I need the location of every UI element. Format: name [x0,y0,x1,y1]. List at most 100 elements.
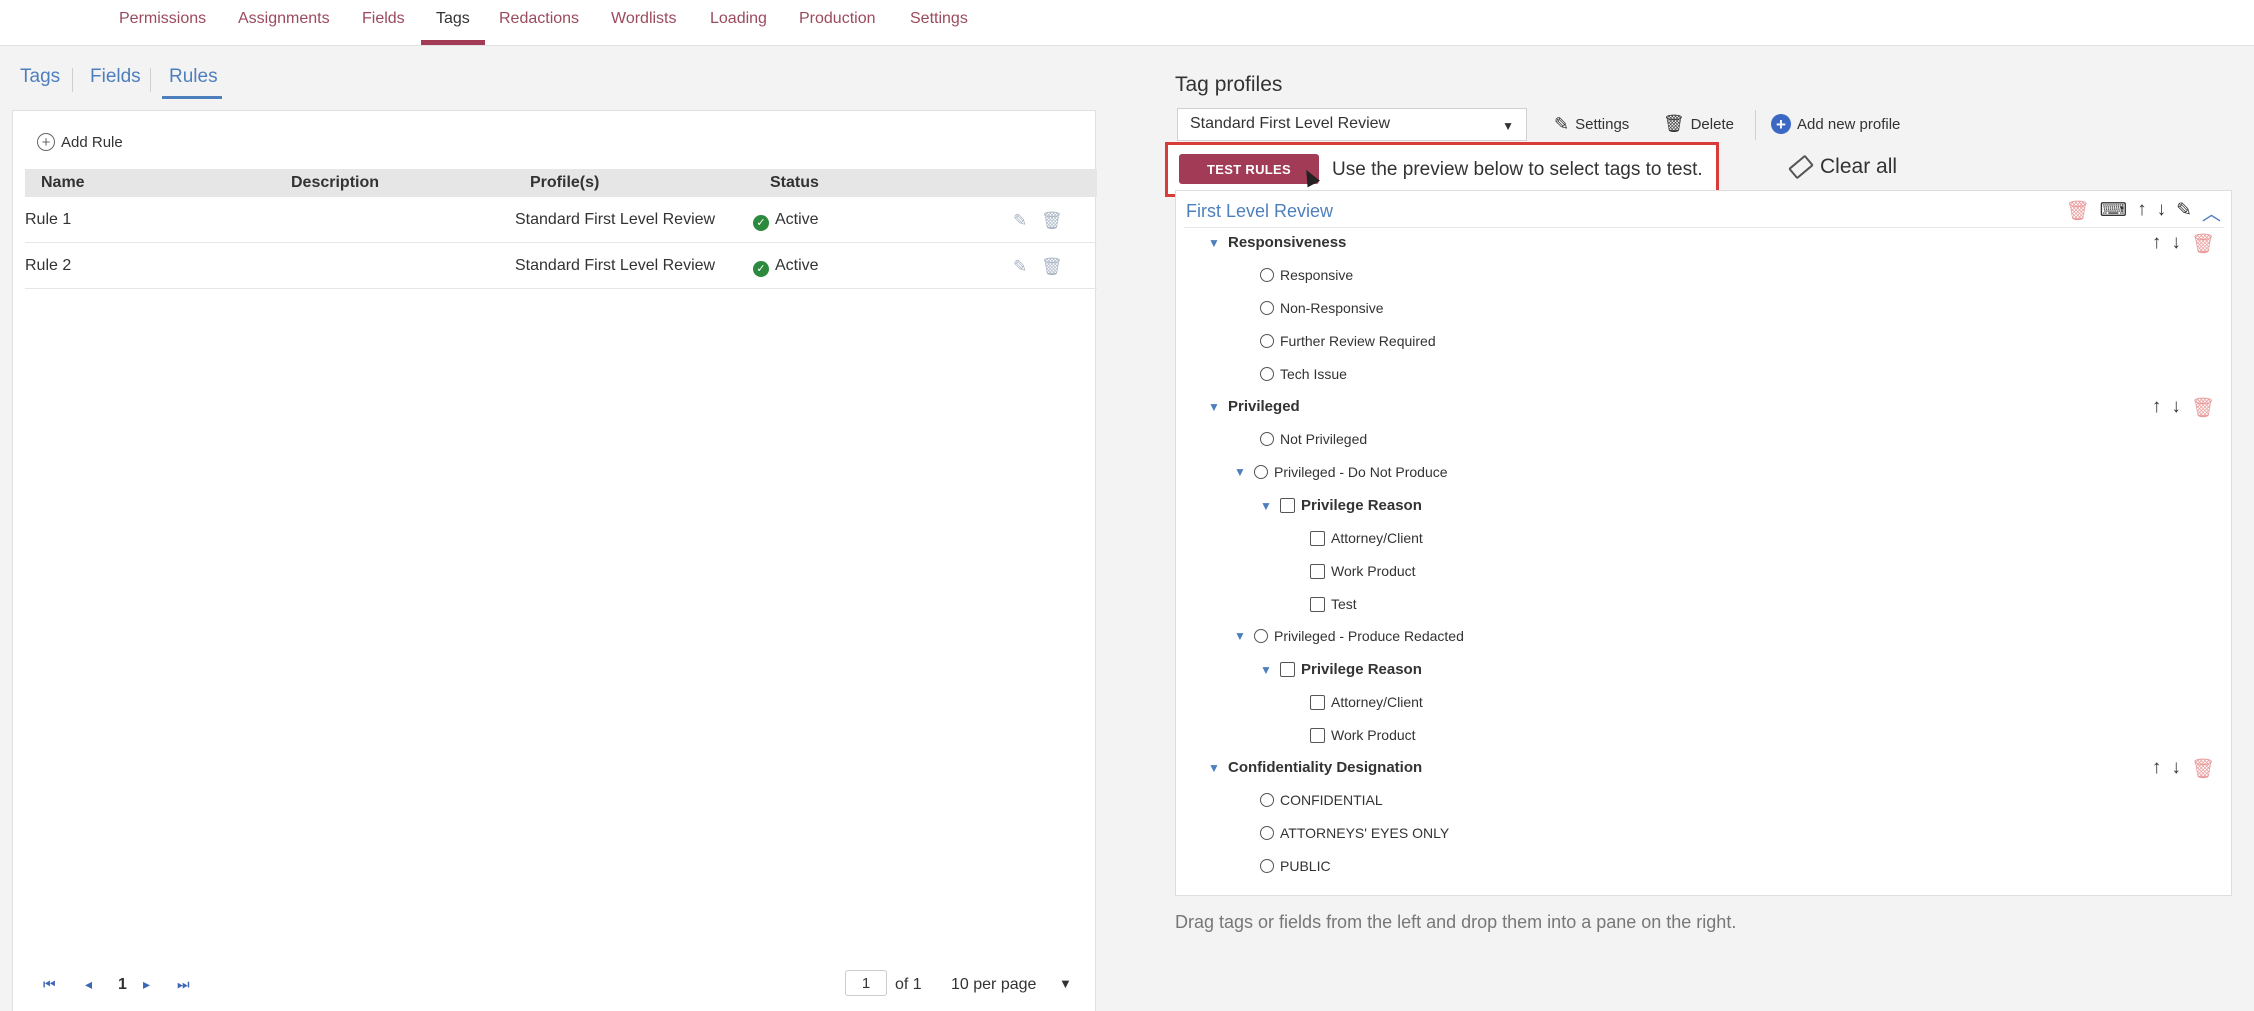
column-status[interactable]: Status [770,174,819,192]
chevron-down-icon[interactable]: ▼ [1208,761,1222,775]
arrow-down-icon[interactable]: ↓ [2171,396,2181,420]
nav-assignments[interactable]: Assignments [238,10,330,28]
nav-settings[interactable]: Settings [910,10,968,28]
tab-rules[interactable]: Rules [169,66,218,88]
table-row[interactable]: Rule 2 Standard First Level Review ✓ Acti… [25,243,1097,289]
tab-divider [150,68,151,92]
group-confidentiality[interactable]: ▼ Confidentiality Designation [1208,759,1422,776]
radio-icon[interactable] [1260,826,1274,840]
caret-down-icon[interactable]: ▼ [1059,976,1072,991]
checkbox-icon[interactable] [1280,662,1295,677]
tag-option[interactable]: Attorney/Client [1310,694,1423,710]
next-page-icon[interactable]: ▸ [143,976,150,993]
tag-option[interactable]: ATTORNEYS' EYES ONLY [1260,825,1449,841]
chevron-down-icon[interactable]: ▼ [1260,663,1274,677]
trash-icon[interactable]: 🗑 [1041,211,1063,231]
trash-icon[interactable]: 🗑 [2191,396,2215,420]
tag-option[interactable]: Test [1310,596,1357,612]
group-privileged[interactable]: ▼ Privileged [1208,398,1300,415]
arrow-up-icon[interactable]: ↑ [2152,757,2162,781]
edit-icon[interactable]: ✎ [1013,211,1027,231]
nav-permissions[interactable]: Permissions [119,10,206,28]
column-name[interactable]: Name [41,174,85,192]
tab-fields[interactable]: Fields [90,66,141,88]
tag-option[interactable]: Work Product [1310,727,1416,743]
radio-icon[interactable] [1260,334,1274,348]
nav-redactions[interactable]: Redactions [499,10,579,28]
test-rules-button[interactable]: TEST RULES [1179,154,1319,184]
chevron-down-icon[interactable]: ▼ [1208,400,1222,414]
tag-option[interactable]: ▼ Privileged - Do Not Produce [1234,464,1448,480]
tag-option[interactable]: Further Review Required [1260,333,1436,349]
chevron-down-icon[interactable]: ▼ [1260,499,1274,513]
chevron-down-icon[interactable]: ▼ [1234,629,1248,643]
arrow-up-icon[interactable]: ↑ [2152,396,2162,420]
tag-option[interactable]: Tech Issue [1260,366,1347,382]
arrow-up-icon[interactable]: ↑ [2137,199,2147,226]
first-page-icon[interactable]: ⏮ [43,976,56,993]
keyboard-icon[interactable]: ⌨ [2100,199,2127,226]
trash-icon[interactable]: 🗑 [2066,199,2090,226]
tag-option[interactable]: Not Privileged [1260,431,1367,447]
checkbox-icon[interactable] [1310,530,1325,546]
arrow-down-icon[interactable]: ↓ [2157,199,2167,226]
tag-label: Tech Issue [1280,366,1347,382]
chevron-down-icon[interactable]: ▼ [1208,236,1222,250]
add-profile-button[interactable]: + Add new profile [1771,114,1900,134]
subgroup-privilege-reason[interactable]: ▼ Privilege Reason [1260,497,1422,514]
checkbox-icon[interactable] [1280,498,1295,513]
tag-option[interactable]: Work Product [1310,563,1416,579]
page-number-input[interactable]: 1 [845,970,887,996]
tag-option[interactable]: ▼ Privileged - Produce Redacted [1234,628,1464,644]
nav-fields[interactable]: Fields [362,10,405,28]
radio-icon[interactable] [1260,432,1274,446]
radio-icon[interactable] [1260,301,1274,315]
radio-icon[interactable] [1260,859,1274,873]
arrow-down-icon[interactable]: ↓ [2171,232,2181,256]
tag-option[interactable]: Attorney/Client [1310,530,1423,546]
pencil-icon[interactable]: ✎ [2176,199,2192,226]
subgroup-privilege-reason[interactable]: ▼ Privilege Reason [1260,661,1422,678]
checkbox-icon[interactable] [1310,694,1325,710]
chevron-down-icon[interactable]: ▼ [1234,465,1248,479]
radio-icon[interactable] [1260,367,1274,381]
nav-wordlists[interactable]: Wordlists [611,10,677,28]
tag-option[interactable]: Non-Responsive [1260,300,1384,316]
tag-option[interactable]: Responsive [1260,267,1353,283]
radio-icon[interactable] [1254,465,1268,479]
radio-icon[interactable] [1260,268,1274,282]
checkbox-icon[interactable] [1310,596,1325,612]
settings-button[interactable]: ✎ Settings [1554,114,1629,135]
delete-profile-button[interactable]: 🗑 Delete [1663,114,1734,134]
pane-title[interactable]: First Level Review [1186,201,1333,222]
column-description[interactable]: Description [291,174,379,192]
per-page-select[interactable]: 10 per page [951,976,1036,994]
checkbox-icon[interactable] [1310,727,1325,743]
trash-icon[interactable]: 🗑 [2191,757,2215,781]
group-responsiveness[interactable]: ▼ Responsiveness [1208,234,1346,251]
trash-icon[interactable]: 🗑 [1041,257,1063,277]
nav-production[interactable]: Production [799,10,876,28]
clear-all-button[interactable]: Clear all [1788,154,1897,180]
nav-loading[interactable]: Loading [710,10,767,28]
nav-tags[interactable]: Tags [436,10,470,28]
tag-option[interactable]: PUBLIC [1260,858,1331,874]
prev-page-icon[interactable]: ◂ [85,976,92,993]
arrow-up-icon[interactable]: ↑ [2152,232,2162,256]
radio-icon[interactable] [1260,793,1274,807]
table-row[interactable]: Rule 1 Standard First Level Review ✓ Acti… [25,197,1097,243]
profile-select[interactable]: Standard First Level Review ▼ [1177,108,1527,141]
drag-drop-hint: Drag tags or fields from the left and dr… [1175,912,1737,932]
trash-icon[interactable]: 🗑 [2191,232,2215,256]
last-page-icon[interactable]: ⏭ [177,976,190,993]
chevron-up-icon[interactable]: ︿ [2202,199,2221,226]
check-circle-icon: ✓ [753,214,769,231]
checkbox-icon[interactable] [1310,563,1325,579]
tab-tags[interactable]: Tags [20,66,60,88]
column-profiles[interactable]: Profile(s) [530,174,599,192]
add-rule-button[interactable]: + Add Rule [37,133,123,151]
edit-icon[interactable]: ✎ [1013,257,1027,277]
arrow-down-icon[interactable]: ↓ [2171,757,2181,781]
radio-icon[interactable] [1254,629,1268,643]
tag-option[interactable]: CONFIDENTIAL [1260,792,1383,808]
